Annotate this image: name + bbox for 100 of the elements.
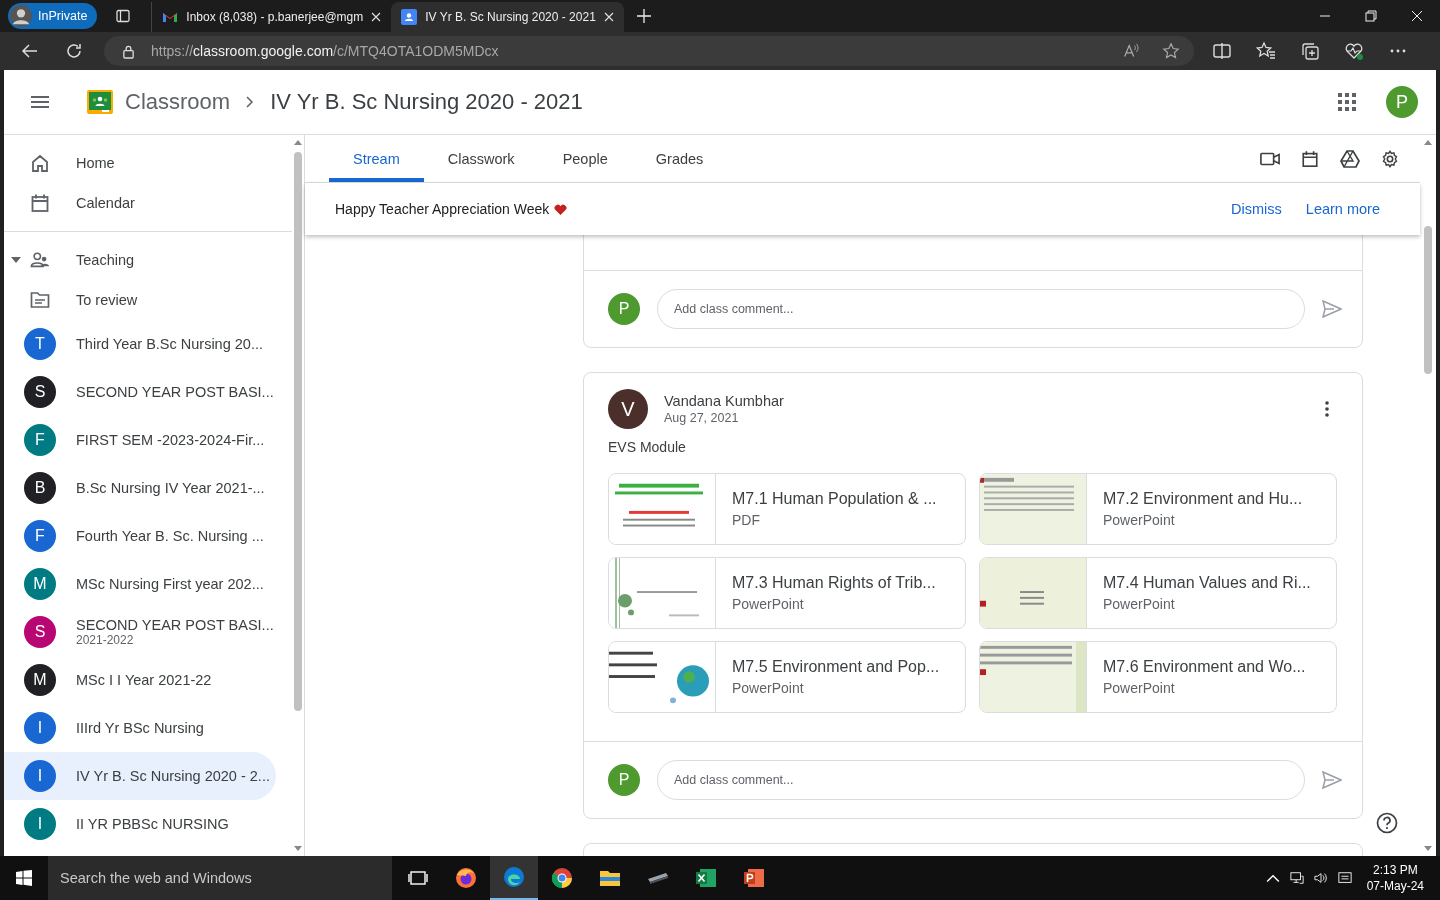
sidebar-item[interactable]: To review [4,280,292,320]
attachment-card[interactable]: M7.3 Human Rights of Trib... PowerPoint [608,557,966,629]
class-name: II YR PBBSc NURSING [76,816,229,832]
class-item[interactable]: S SECOND YEAR POST BASI... 2021-2022 [4,608,276,656]
classroom-icon [401,9,418,25]
attachment-title: M7.3 Human Rights of Trib... [732,574,936,592]
class-item[interactable]: F Fourth Year B. Sc. Nursing ... [4,512,276,560]
teaching-section[interactable]: Teaching [4,240,292,280]
powerpoint-icon[interactable] [742,866,766,890]
calendar-icon [30,193,50,213]
attachment-type: PowerPoint [732,680,805,696]
class-name: SECOND YEAR POST BASI... [76,617,274,633]
attachment-card[interactable]: M7.5 Environment and Pop... PowerPoint [608,641,966,713]
class-item[interactable]: S SECOND YEAR POST BASI... [4,368,276,416]
page-tab[interactable]: People [538,135,632,182]
profile-button[interactable]: InPrivate [8,3,98,29]
apps-grid-icon[interactable] [1338,93,1356,111]
class-item[interactable]: B B.Sc Nursing IV Year 2021-... [4,464,276,512]
settings-icon[interactable] [1380,149,1400,168]
class-name: Fourth Year B. Sc. Nursing ... [76,528,264,544]
class-name: Third Year B.Sc Nursing 20... [76,336,263,352]
windows-start-icon[interactable] [16,870,32,886]
comment-field[interactable]: Add class comment... [657,760,1305,800]
scroll-down-arrow-icon[interactable] [294,846,302,851]
class-avatar: I [24,808,56,840]
close-icon[interactable] [371,12,382,22]
favorites-icon[interactable] [1256,41,1276,61]
class-avatar: S [24,616,56,648]
folder-icon [30,290,50,310]
address-bar[interactable]: https://classroom.google.com/c/MTQ4OTA1ODM5MDcx [104,36,1194,66]
class-name: IIIrd Yr BSc Nursing [76,720,204,736]
notification-icon[interactable] [1337,871,1352,885]
banner-text: Happy Teacher Appreciation Week [335,201,550,217]
comment-field[interactable]: Add class comment... [657,289,1305,329]
page-tab[interactable]: Grades [631,135,728,182]
banner-link[interactable]: Dismiss [1231,201,1282,217]
class-item[interactable]: I IV Yr B. Sc Nursing 2020 - 2... [4,752,276,800]
banner-link[interactable]: Learn more [1305,201,1380,217]
scroll-down-arrow-icon[interactable] [1424,846,1432,851]
attachment-card[interactable]: M7.6 Environment and Wo... PowerPoint [979,641,1337,713]
scroll-up-arrow-icon[interactable] [1424,140,1432,145]
sidebar-item[interactable]: Calendar [4,183,292,223]
send-icon[interactable] [1322,300,1342,318]
class-item[interactable]: F FIRST SEM -2023-2024-Fir... [4,416,276,464]
profile-label: InPrivate [38,9,88,23]
classroom-logo-icon[interactable] [87,90,113,114]
send-icon[interactable] [1322,771,1342,789]
scrollbar-thumb[interactable] [1424,226,1432,374]
class-avatar: T [24,328,56,360]
scrollbar-thumb[interactable] [294,152,302,711]
firefox-icon[interactable] [454,866,478,890]
attachment-type: PDF [732,512,761,528]
class-item[interactable]: M MSc I I Year 2021-22 [4,656,276,704]
lock-icon [122,43,135,59]
commenter-avatar: P [608,293,640,325]
author-name: Vandana Kumbhar [664,393,784,409]
network-icon[interactable] [1289,871,1304,885]
author-avatar: V [608,389,648,429]
post-date: Aug 27, 2021 [664,411,740,425]
collections-icon[interactable] [1300,41,1320,61]
menu-icon[interactable] [31,96,49,108]
home-icon [30,153,50,173]
sidebar-item[interactable]: Home [4,143,292,183]
close-icon[interactable] [603,12,614,22]
attachment-card[interactable]: M7.1 Human Population & ... PDF [608,473,966,545]
excel-icon[interactable] [694,866,718,890]
account-avatar[interactable]: P [1386,86,1418,118]
caret-icon [11,257,21,263]
class-avatar: I [24,712,56,744]
attachment-title: M7.1 Human Population & ... [732,490,937,508]
chrome-icon[interactable] [550,866,574,890]
refresh-icon[interactable] [64,41,84,61]
app-title[interactable]: Classroom [125,89,231,115]
browser-tab[interactable]: IV Yr B. Sc Nursing 2020 - 2021 [391,2,624,32]
drive-icon[interactable] [1340,149,1360,168]
class-avatar: M [24,568,56,600]
class-item[interactable]: M MSc Nursing First year 202... [4,560,276,608]
calendar-icon[interactable] [1300,149,1320,168]
new-tab-icon[interactable] [635,8,652,24]
attachment-card[interactable]: M7.2 Environment and Hu... PowerPoint [979,473,1337,545]
health-icon[interactable] [1344,41,1364,61]
class-item[interactable]: T Third Year B.Sc Nursing 20... [4,320,276,368]
page-tab[interactable]: Classwork [423,135,539,182]
edge-icon [502,865,526,889]
class-avatar: F [24,520,56,552]
url-text: https://classroom.google.com/c/MTQ4OTA1ODM5MDcx [151,43,500,59]
class-name: FIRST SEM -2023-2024-Fir... [76,432,265,448]
taskbar-search-field[interactable]: Search the web and Windows [48,856,392,900]
class-item[interactable]: I IIIrd Yr BSc Nursing [4,704,276,752]
help-icon[interactable] [1376,812,1398,834]
star-icon[interactable] [1162,42,1180,60]
scroll-up-arrow-icon[interactable] [294,140,302,145]
edge-taskbar-button[interactable] [490,856,538,900]
more-options-icon[interactable] [1325,401,1329,417]
post-text: EVS Module [608,439,687,455]
class-item[interactable]: I II YR PBBSc NURSING [4,800,276,848]
attachment-card[interactable]: M7.4 Human Values and Ri... PowerPoint [979,557,1337,629]
tab-actions-icon[interactable] [115,8,132,24]
split-screen-icon[interactable] [1212,41,1232,61]
volume-icon[interactable] [1313,871,1328,885]
